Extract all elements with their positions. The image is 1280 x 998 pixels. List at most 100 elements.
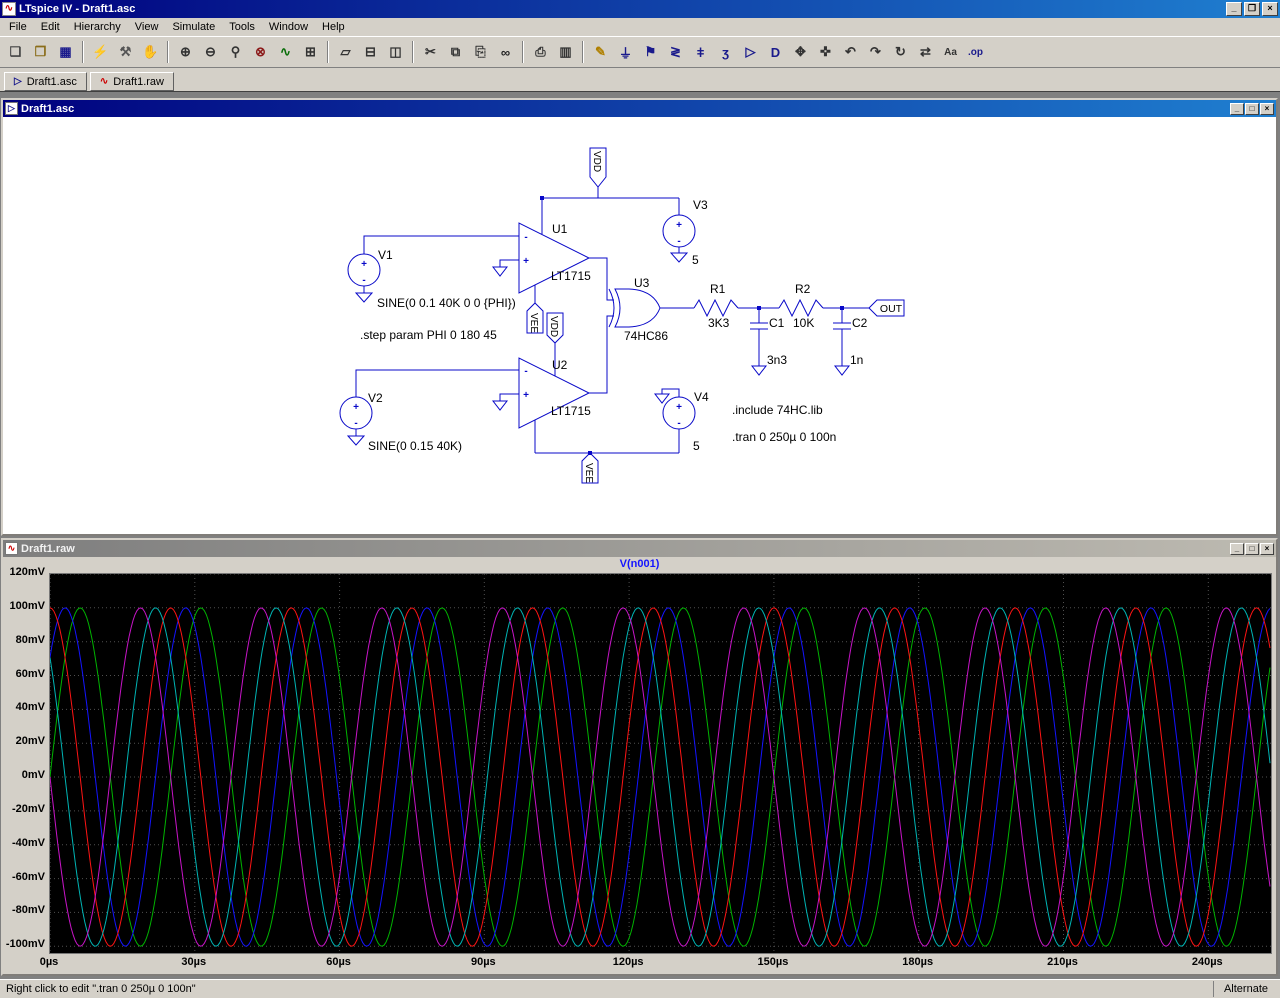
cascade-windows-button[interactable]: ▱ [333, 40, 358, 64]
y-tick-label: 40mV [3, 701, 45, 713]
minimize-button[interactable]: _ [1226, 2, 1242, 16]
menu-file[interactable]: File [2, 18, 34, 36]
net-flag-vdd-top[interactable]: VDD [590, 148, 606, 187]
net-flag-vee-bottom[interactable]: VEE [582, 453, 598, 483]
y-tick-label: 0mV [3, 769, 45, 781]
schematic-tab-icon: ▷ [14, 76, 22, 87]
spice-directives[interactable]: .step param PHI 0 180 45 .include 74HC.l… [360, 328, 836, 444]
menu-tools[interactable]: Tools [222, 18, 262, 36]
move-button[interactable]: ✥ [788, 40, 813, 64]
inductor-button[interactable]: ʒ [713, 40, 738, 64]
wire-button[interactable]: ✎ [588, 40, 613, 64]
zoom-back-button[interactable]: ⊖ [198, 40, 223, 64]
title-bar[interactable]: ∿ LTspice IV - Draft1.asc _ ❐ × [0, 0, 1280, 18]
restore-button[interactable]: ❐ [1244, 2, 1260, 16]
x-tick-label: 210µs [1040, 956, 1084, 968]
zoom-full-button[interactable]: ⊗ [248, 40, 273, 64]
schematic-window-titlebar[interactable]: ▷ Draft1.asc _ □ × [3, 100, 1276, 117]
zoom-extents-button[interactable]: ⚲ [223, 40, 248, 64]
component-u1[interactable]: - + U1 LT1715 [509, 222, 591, 293]
waveform-close-button[interactable]: × [1260, 543, 1274, 555]
autorange-y-axis-button[interactable]: ∿ [273, 40, 298, 64]
paste-button[interactable]: ⎘ [468, 40, 493, 64]
resistor-button[interactable]: ≷ [663, 40, 688, 64]
plot-settings-button[interactable]: ⊞ [298, 40, 323, 64]
component-c2[interactable]: C2 1n [833, 316, 868, 367]
y-tick-label: -20mV [3, 803, 45, 815]
x-tick-label: 60µs [317, 956, 361, 968]
tile-horizontal-button[interactable]: ⊟ [358, 40, 383, 64]
tab-draft1-asc[interactable]: ▷ Draft1.asc [4, 72, 87, 91]
component-v3[interactable]: + - V3 5 [663, 198, 708, 267]
capacitor-button[interactable]: ǂ [688, 40, 713, 64]
tab-draft1-raw[interactable]: ∿ Draft1.raw [90, 72, 174, 91]
mirror-button[interactable]: ⇄ [913, 40, 938, 64]
print-button[interactable]: ⎙ [528, 40, 553, 64]
component-r1[interactable]: R1 3K3 [694, 282, 738, 330]
component-u3[interactable]: U3 74HC86 [609, 276, 668, 343]
component-v1[interactable]: + - V1 SINE(0 0.1 40K 0 0 {PHI}) [348, 248, 516, 310]
run-button[interactable]: ⚡ [88, 40, 113, 64]
find-button[interactable]: ∞ [493, 40, 518, 64]
net-flag-vdd-u2[interactable]: VDD [547, 313, 563, 343]
diode-button[interactable]: ▷ [738, 40, 763, 64]
ground-button[interactable]: ⏚ [613, 40, 638, 64]
schematic-minimize-button[interactable]: _ [1230, 103, 1244, 115]
copy-icon: ⧉ [451, 44, 460, 60]
waveform-plot-frame [49, 573, 1272, 954]
tile-vertical-button[interactable]: ◫ [383, 40, 408, 64]
waveform-maximize-button[interactable]: □ [1245, 543, 1259, 555]
component-v4[interactable]: + - V4 5 [663, 390, 709, 453]
v3-ref-label: V3 [693, 198, 708, 212]
menu-edit[interactable]: Edit [34, 18, 67, 36]
drag-button[interactable]: ✜ [813, 40, 838, 64]
schematic-window-title: Draft1.asc [21, 103, 74, 115]
net-flag-vee-u1[interactable]: VEE [527, 303, 543, 333]
save-button[interactable]: ▦ [53, 40, 78, 64]
v1-value-label: SINE(0 0.1 40K 0 0 {PHI}) [377, 296, 516, 310]
svg-text:-: - [362, 275, 365, 286]
rotate-button[interactable]: ↻ [888, 40, 913, 64]
print-preview-button[interactable]: ▥ [553, 40, 578, 64]
y-tick-label: -80mV [3, 904, 45, 916]
trace-label[interactable]: V(n001) [3, 558, 1276, 573]
cut-button[interactable]: ✂ [418, 40, 443, 64]
control-panel-icon: ⚒ [120, 44, 132, 60]
status-message: Right click to edit ".tran 0 250µ 0 100n… [4, 983, 1213, 995]
open-icon: ❒ [35, 44, 47, 60]
waveform-window-titlebar[interactable]: ∿ Draft1.raw _ □ × [3, 540, 1276, 557]
menu-view[interactable]: View [128, 18, 166, 36]
new-schematic-button[interactable]: ❏ [3, 40, 28, 64]
zoom-area-button[interactable]: ⊕ [173, 40, 198, 64]
menu-window[interactable]: Window [262, 18, 315, 36]
component-v2[interactable]: + - V2 SINE(0 0.15 40K) [340, 391, 462, 453]
control-panel-button[interactable]: ⚒ [113, 40, 138, 64]
copy-button[interactable]: ⧉ [443, 40, 468, 64]
component-c1[interactable]: C1 3n3 [750, 316, 787, 367]
halt-button[interactable]: ✋ [138, 40, 163, 64]
text-button[interactable]: Aa [938, 40, 963, 64]
spice-directive-button[interactable]: .op [963, 40, 988, 64]
schematic-close-button[interactable]: × [1260, 103, 1274, 115]
y-tick-label: 100mV [3, 600, 45, 612]
x-tick-label: 180µs [896, 956, 940, 968]
menu-hierarchy[interactable]: Hierarchy [67, 18, 128, 36]
redo-button[interactable]: ↷ [863, 40, 888, 64]
waveform-minimize-button[interactable]: _ [1230, 543, 1244, 555]
svg-text:-: - [677, 418, 680, 429]
component-u2[interactable]: - + U2 LT1715 [509, 358, 591, 428]
schematic-canvas[interactable]: VDD VEE VDD VEE OUT [3, 117, 1276, 534]
menu-help[interactable]: Help [315, 18, 352, 36]
schematic-maximize-button[interactable]: □ [1245, 103, 1259, 115]
net-flag-out[interactable]: OUT [869, 300, 904, 316]
waveform-plot[interactable] [50, 574, 1271, 953]
component-r2[interactable]: R2 10K [779, 282, 823, 330]
menu-simulate[interactable]: Simulate [165, 18, 222, 36]
undo-button[interactable]: ↶ [838, 40, 863, 64]
open-button[interactable]: ❒ [28, 40, 53, 64]
tab-label: Draft1.asc [27, 76, 77, 88]
component-button[interactable]: D [763, 40, 788, 64]
close-button[interactable]: × [1262, 2, 1278, 16]
find-icon: ∞ [501, 45, 510, 60]
net-label-button[interactable]: ⚑ [638, 40, 663, 64]
